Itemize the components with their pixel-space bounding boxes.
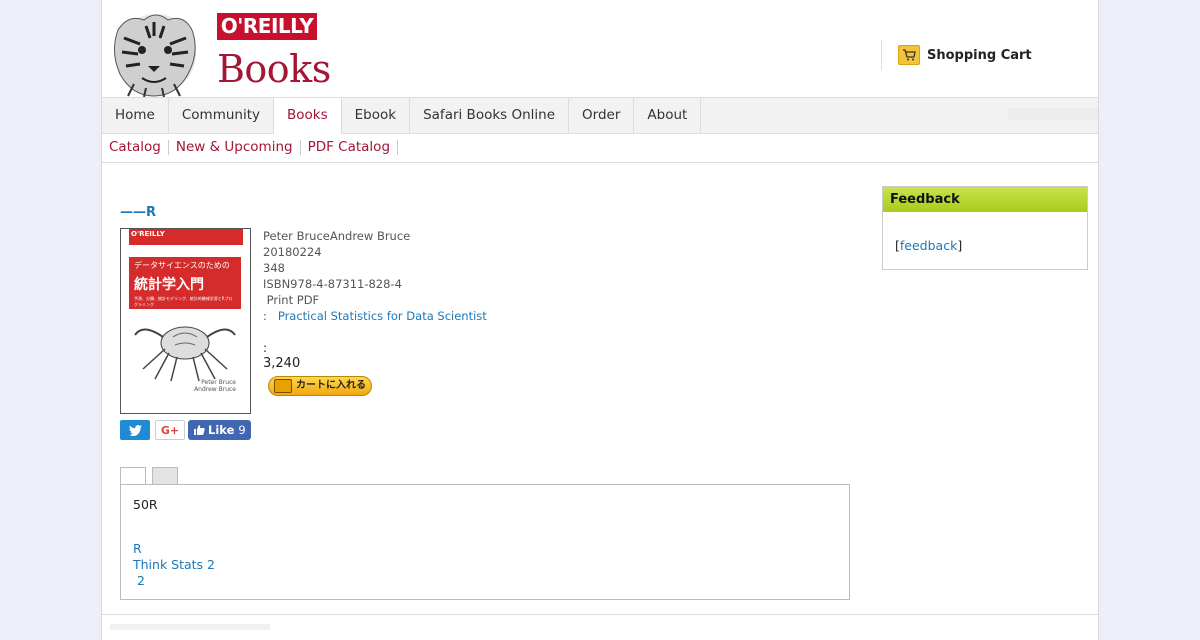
related-link-2[interactable]: 2	[133, 573, 837, 589]
tab-description-text: 50R	[133, 497, 158, 512]
tiger-logo-icon[interactable]	[104, 8, 202, 97]
feedback-box: Feedback [feedback]	[882, 186, 1088, 270]
cover-subtitle: 予測、分類、統計モデリング、統計的機械学習とRプログラミング	[134, 296, 233, 307]
book-summary: O'REILLY データサイエンスのための 統計学入門 予測、分類、統計モデリン…	[120, 228, 860, 440]
cover-big-title: 統計学入門	[134, 277, 204, 293]
books-logo-text[interactable]: Books	[217, 44, 331, 94]
nav-item-home[interactable]: Home	[102, 98, 169, 133]
footer-divider	[102, 614, 1098, 615]
nav-search-placeholder[interactable]	[1008, 108, 1098, 120]
subnav-item-catalog[interactable]: Catalog	[102, 140, 169, 155]
thumbs-up-icon	[194, 425, 205, 435]
cart-button-icon	[274, 379, 292, 393]
book-date: 20180224	[263, 245, 322, 259]
book-authors: Peter BruceAndrew Bruce	[263, 229, 411, 243]
twitter-share-button[interactable]	[120, 420, 150, 440]
tab-contents[interactable]	[152, 467, 178, 484]
nav-item-ebook[interactable]: Ebook	[342, 98, 411, 133]
subnav-item-new-upcoming[interactable]: New & Upcoming	[169, 140, 301, 155]
shopping-cart-link[interactable]: Shopping Cart	[881, 40, 1032, 70]
main-nav: Home Community Books Ebook Safari Books …	[102, 97, 1098, 134]
book-isbn: ISBN978-4-87311-828-4	[263, 277, 402, 291]
book-detail: ——R O'REILLY データサイエンスのための 統計学入門 予測、分類、統計…	[120, 205, 860, 600]
footer-faint-text	[110, 624, 270, 630]
detail-tabs	[120, 467, 184, 484]
nav-item-order[interactable]: Order	[569, 98, 635, 133]
like-count: 9	[238, 423, 246, 437]
shopping-cart-label: Shopping Cart	[927, 47, 1032, 63]
nav-item-safari-books-online[interactable]: Safari Books Online	[410, 98, 570, 133]
feedback-bracket-close: ]	[957, 238, 963, 253]
cover-publisher: O'REILLY	[129, 229, 243, 245]
book-original-title-row: : Practical Statistics for Data Scientis…	[263, 308, 487, 324]
original-title-link[interactable]: Practical Statistics for Data Scientist	[278, 309, 487, 323]
subnav-item-pdf-catalog[interactable]: PDF Catalog	[301, 140, 399, 155]
google-plus-share-button[interactable]: G+	[155, 420, 185, 440]
book-meta: Peter BruceAndrew Bruce 20180224 348 ISB…	[263, 228, 487, 440]
add-to-cart-label: カートに入れる	[296, 380, 366, 391]
book-formats: Print PDF	[263, 293, 320, 307]
shopping-cart-icon	[898, 45, 920, 65]
feedback-body: [feedback]	[883, 212, 1087, 253]
tab-description[interactable]	[120, 467, 146, 484]
related-link-r[interactable]: R	[133, 541, 837, 557]
add-to-cart-button[interactable]: カートに入れる	[268, 376, 372, 396]
book-price: 3,240	[263, 356, 301, 371]
feedback-link[interactable]: feedback	[900, 238, 957, 253]
book-pages: 348	[263, 261, 285, 275]
like-label: Like	[208, 423, 235, 437]
site-header: O'REILLY Books Shopping Cart	[102, 0, 1098, 97]
book-title: ——R	[120, 205, 157, 220]
page-container: O'REILLY Books Shopping Cart Home Commun…	[101, 0, 1099, 640]
cover-title-band: データサイエンスのための 統計学入門 予測、分類、統計モデリング、統計的機械学習…	[129, 257, 241, 309]
price-colon: :	[263, 341, 268, 355]
facebook-like-button[interactable]: Like 9	[188, 420, 251, 440]
cover-small-title: データサイエンスのための	[134, 261, 230, 270]
social-buttons: G+ Like 9	[120, 420, 251, 440]
nav-item-books[interactable]: Books	[274, 98, 342, 134]
related-link-think-stats-2[interactable]: Think Stats 2	[133, 557, 837, 573]
oreilly-logo-badge[interactable]: O'REILLY	[217, 13, 317, 40]
crab-illustration-icon	[134, 326, 236, 382]
nav-item-community[interactable]: Community	[169, 98, 275, 133]
book-cover[interactable]: O'REILLY データサイエンスのための 統計学入門 予測、分類、統計モデリン…	[120, 228, 251, 414]
feedback-title: Feedback	[883, 187, 1087, 212]
cover-authors: Peter Bruce Andrew Bruce	[194, 379, 236, 393]
sub-nav: Catalog New & Upcoming PDF Catalog	[102, 133, 1098, 163]
twitter-icon	[128, 424, 142, 436]
original-title-prefix: :	[263, 309, 267, 323]
tab-panel: 50R R Think Stats 2 2	[120, 484, 850, 600]
nav-item-about[interactable]: About	[634, 98, 702, 133]
